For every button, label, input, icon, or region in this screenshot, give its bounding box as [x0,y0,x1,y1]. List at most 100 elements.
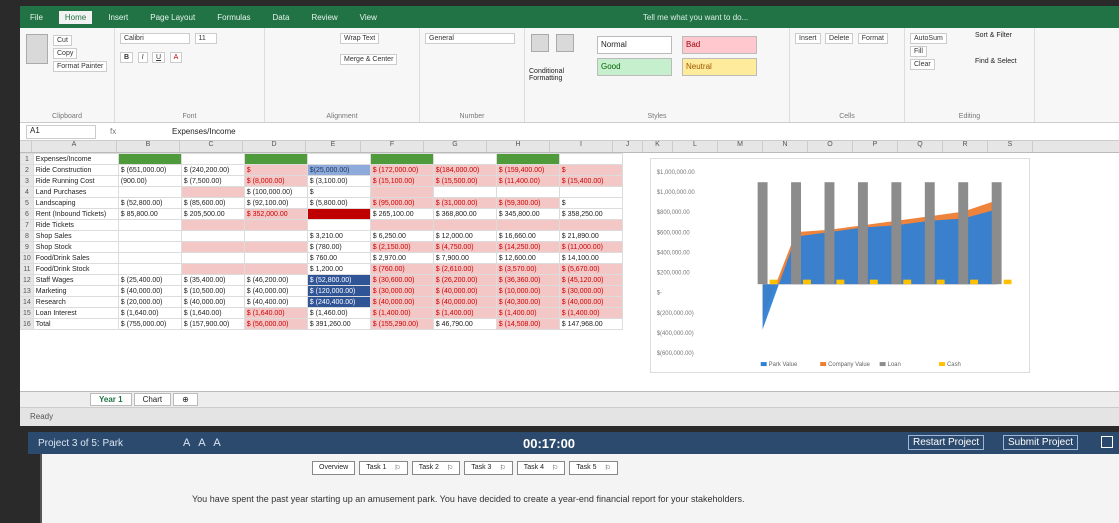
tab-home[interactable]: Home [58,10,93,24]
paste-icon[interactable] [26,34,48,64]
row-header[interactable]: 6 [20,208,34,220]
cell[interactable]: $ (35,400.00) [180,274,245,286]
format-cells-button[interactable]: Format [857,33,888,44]
tab-task-5[interactable]: Task 5 ⚐ [569,461,618,475]
row-header[interactable]: 4 [20,186,34,198]
row-header[interactable]: 3 [20,175,34,187]
cell[interactable]: $ (14,250.00) [495,241,560,253]
cell[interactable]: $ (40,000.00) [180,296,245,308]
tab-file[interactable]: File [24,11,49,24]
cell[interactable]: $ (755,000.00) [117,318,182,330]
column-header[interactable]: P [853,141,898,152]
cell[interactable] [306,219,371,231]
cell[interactable]: $ (15,500.00) [432,175,497,187]
cell[interactable]: $ (46,200.00) [243,274,308,286]
restart-project-button[interactable]: Restart Project [908,435,985,450]
tab-view[interactable]: View [354,11,383,24]
cell[interactable]: $ (40,000.00) [432,296,497,308]
fx-icon[interactable]: fx [110,127,160,136]
tell-me-input[interactable]: Tell me what you want to do... [643,13,748,22]
cell[interactable]: $ (2,150.00) [369,241,434,253]
cell[interactable]: $ (52,800.00) [306,274,371,286]
cell[interactable]: $ 3,210.00 [306,230,371,242]
cell[interactable]: $ (1,460.00) [306,307,371,319]
row-label-cell[interactable]: Landscaping [32,197,119,209]
chart[interactable]: $1,000,000.00 $1,000,000.00 $800,000.00 $60… [650,158,1030,373]
column-header[interactable]: S [988,141,1033,152]
cell[interactable]: $ (172,000.00) [369,164,434,176]
cell[interactable] [180,263,245,275]
row-header[interactable]: 1 [20,153,34,165]
sheet-tab-year1[interactable]: Year 1 [90,393,132,406]
cell[interactable] [180,230,245,242]
cell[interactable]: $ (15,400.00) [558,175,623,187]
cell[interactable]: (900.00) [117,175,182,187]
tab-insert[interactable]: Insert [102,11,134,24]
cell[interactable]: $ (1,640.00) [117,307,182,319]
row-header[interactable]: 14 [20,296,34,308]
cell[interactable] [558,186,623,198]
cell[interactable]: $ (1,400.00) [432,307,497,319]
cell[interactable]: $ (36,360.00) [495,274,560,286]
cell[interactable]: $ (120,000.00) [306,285,371,297]
cell[interactable]: $ (31,000.00) [432,197,497,209]
add-sheet-button[interactable]: ⊕ [173,393,198,406]
cell[interactable]: $ 1,200.00 [306,263,371,275]
row-header[interactable]: 8 [20,230,34,242]
cell[interactable]: $ 391,260.00 [306,318,371,330]
column-header[interactable]: N [763,141,808,152]
cell[interactable]: $ (40,000.00) [243,285,308,297]
cell[interactable]: $ 6,250.00 [369,230,434,242]
cell[interactable]: $ (30,000.00) [369,285,434,297]
row-label-cell[interactable]: Ride Construction [32,164,119,176]
cell[interactable]: $ (760.00) [369,263,434,275]
row-label-cell[interactable]: Research [32,296,119,308]
cell[interactable]: $ 14,100.00 [558,252,623,264]
cell[interactable]: $ 205,500.00 [180,208,245,220]
autosum-button[interactable]: AutoSum [910,33,947,44]
cell[interactable]: $ 760.00 [306,252,371,264]
cell[interactable]: $ (155,290.00) [369,318,434,330]
column-header[interactable]: M [718,141,763,152]
column-header[interactable]: L [673,141,718,152]
cell[interactable]: $ (157,900.00) [180,318,245,330]
cell[interactable] [117,153,182,165]
style-neutral[interactable]: Neutral [682,58,757,76]
cell[interactable]: $ (20,000.00) [117,296,182,308]
cell[interactable]: $ [306,186,371,198]
cell[interactable]: $ (15,100.00) [369,175,434,187]
column-header[interactable]: B [117,141,180,152]
italic-button[interactable]: I [137,52,148,63]
cell[interactable] [180,219,245,231]
cell[interactable] [117,252,182,264]
cell[interactable] [117,230,182,242]
cell[interactable]: $ (10,500.00) [180,285,245,297]
cell[interactable] [432,153,497,165]
row-label-cell[interactable]: Ride Tickets [32,219,119,231]
cell[interactable]: $ 12,000.00 [432,230,497,242]
cell[interactable] [243,252,308,264]
cell[interactable] [180,153,245,165]
cell[interactable]: $(184,000.00) [432,164,497,176]
insert-cells-button[interactable]: Insert [795,33,821,44]
tab-overview[interactable]: Overview [312,461,356,475]
sheet-tab-chart[interactable]: Chart [133,393,172,406]
format-painter-button[interactable]: Format Painter [53,61,108,72]
row-header[interactable]: 13 [20,285,34,297]
row-header[interactable]: 16 [20,318,34,330]
cell[interactable] [243,153,308,165]
column-header[interactable]: F [361,141,424,152]
cell[interactable]: $(25,000.00) [306,164,371,176]
cell[interactable]: $ (30,600.00) [369,274,434,286]
cell[interactable]: $ (85,600.00) [180,197,245,209]
row-header[interactable]: 12 [20,274,34,286]
cell[interactable] [306,208,371,220]
cell[interactable]: $ 265,100.00 [369,208,434,220]
row-label-cell[interactable]: Food/Drink Stock [32,263,119,275]
cell[interactable]: $ 368,800.00 [432,208,497,220]
cell[interactable] [369,153,434,165]
bold-button[interactable]: B [120,52,134,63]
clear-button[interactable]: Clear [910,59,935,70]
cell[interactable]: $ (40,000.00) [432,285,497,297]
cell[interactable] [243,219,308,231]
